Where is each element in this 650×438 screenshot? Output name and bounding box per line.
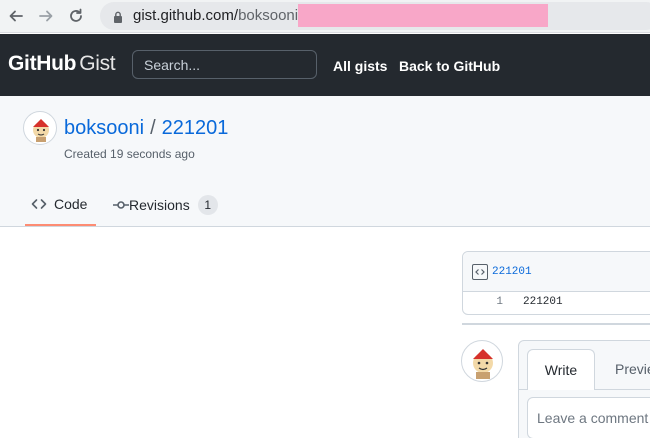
reload-icon[interactable] (64, 4, 88, 28)
line-number[interactable]: 1 (463, 296, 503, 308)
avatar[interactable] (23, 111, 57, 145)
commit-icon (113, 201, 129, 209)
section-divider (462, 323, 650, 325)
lock-icon (113, 10, 123, 28)
tab-preview[interactable]: Preview (615, 349, 650, 389)
tab-write[interactable]: Write (527, 349, 595, 390)
browser-toolbar: gist.github.com/boksooni/ (0, 0, 650, 33)
file-code-icon (472, 264, 488, 280)
gist-header: GitHubGist All gists Back to GitHub (0, 34, 650, 96)
file-box: 221201 1 221201 (462, 251, 650, 315)
forward-arrow-icon[interactable] (34, 4, 58, 28)
redaction-block (298, 4, 548, 27)
line-code: 221201 (523, 296, 563, 308)
search-input[interactable] (132, 50, 317, 79)
tab-code-label: Code (54, 196, 88, 212)
file-header: 221201 (463, 252, 650, 292)
tab-code[interactable]: Code (25, 184, 96, 226)
address-bar[interactable]: gist.github.com/boksooni/ (100, 2, 650, 30)
gist-title: boksooni / 221201 (64, 117, 228, 140)
comment-input[interactable] (527, 397, 650, 438)
revisions-count-badge: 1 (197, 195, 218, 215)
tab-revisions-label: Revisions (129, 197, 190, 213)
code-line: 1 221201 (463, 292, 650, 314)
write-tab-cover (528, 389, 594, 390)
all-gists-link[interactable]: All gists (333, 58, 387, 74)
gist-pagehead: boksooni / 221201 Created 19 seconds ago C… (0, 96, 650, 227)
back-arrow-icon[interactable] (4, 4, 28, 28)
tab-revisions[interactable]: Revisions 1 (113, 184, 218, 226)
owner-link[interactable]: boksooni (64, 117, 144, 139)
code-icon (31, 199, 47, 209)
url-text: gist.github.com/boksooni/ (133, 7, 303, 24)
back-to-github-link[interactable]: Back to GitHub (399, 58, 500, 74)
gist-logo[interactable]: GitHub Gist (8, 52, 116, 76)
title-separator: / (150, 117, 156, 139)
file-name-link[interactable]: 221201 (492, 266, 532, 278)
created-timestamp: Created 19 seconds ago (64, 147, 195, 161)
gist-name-link[interactable]: 221201 (162, 117, 229, 139)
commenter-avatar (461, 340, 503, 382)
comment-composer: Write Preview (518, 340, 650, 438)
